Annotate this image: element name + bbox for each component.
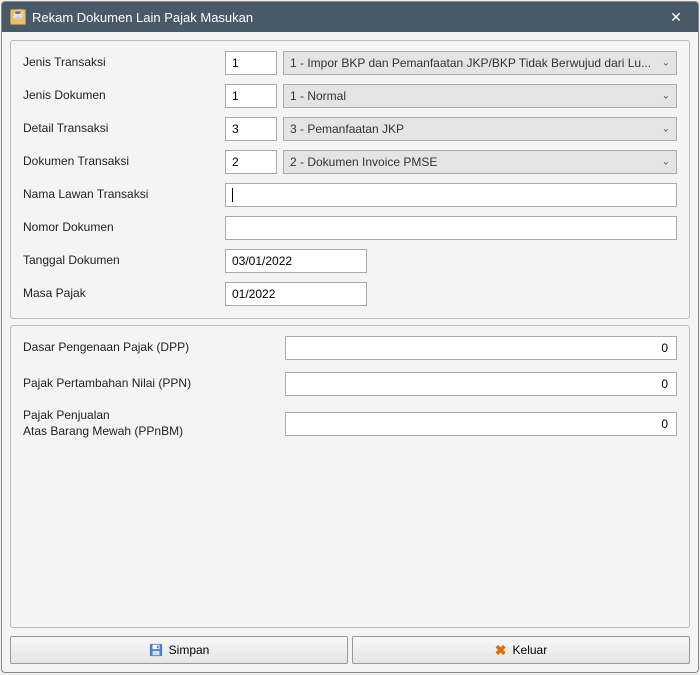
ppnbm-input[interactable]: 0	[285, 412, 677, 436]
dokumen-transaksi-code[interactable]	[225, 150, 277, 174]
jenis-transaksi-label: Jenis Transaksi	[23, 55, 225, 71]
ppnbm-label: Pajak Penjualan Atas Barang Mewah (PPnBM…	[23, 408, 285, 439]
simpan-button[interactable]: Simpan	[10, 636, 348, 664]
jenis-dokumen-text: 1 - Normal	[290, 89, 346, 103]
jenis-dokumen-label: Jenis Dokumen	[23, 88, 225, 104]
dokumen-transaksi-text: 2 - Dokumen Invoice PMSE	[290, 155, 437, 169]
masa-pajak-label: Masa Pajak	[23, 286, 225, 302]
jenis-transaksi-text: 1 - Impor BKP dan Pemanfaatan JKP/BKP Ti…	[290, 56, 651, 70]
tanggal-dokumen-input[interactable]: 03/01/2022	[225, 249, 367, 273]
close-icon[interactable]: ✕	[662, 6, 690, 28]
dokumen-transaksi-label: Dokumen Transaksi	[23, 154, 225, 170]
simpan-label: Simpan	[169, 643, 210, 657]
detail-transaksi-text: 3 - Pemanfaatan JKP	[290, 122, 404, 136]
ppn-label: Pajak Pertambahan Nilai (PPN)	[23, 376, 285, 392]
nama-lawan-input[interactable]	[225, 183, 677, 207]
nomor-dokumen-label: Nomor Dokumen	[23, 220, 225, 236]
jenis-transaksi-code[interactable]	[225, 51, 277, 75]
content-area: Jenis Transaksi 1 - Impor BKP dan Pemanf…	[2, 32, 698, 636]
nomor-dokumen-input[interactable]	[225, 216, 677, 240]
save-icon	[149, 643, 163, 657]
dialog-window: Rekam Dokumen Lain Pajak Masukan ✕ Jenis…	[1, 1, 699, 673]
transaction-panel: Jenis Transaksi 1 - Impor BKP dan Pemanf…	[10, 40, 690, 319]
chevron-down-icon: ⌄	[662, 91, 670, 102]
app-icon	[10, 9, 26, 25]
close-x-icon: ✖	[495, 642, 507, 659]
dpp-label: Dasar Pengenaan Pajak (DPP)	[23, 340, 285, 356]
ppn-input[interactable]: 0	[285, 372, 677, 396]
detail-transaksi-label: Detail Transaksi	[23, 121, 225, 137]
tanggal-dokumen-label: Tanggal Dokumen	[23, 253, 225, 269]
window-title: Rekam Dokumen Lain Pajak Masukan	[32, 10, 662, 25]
chevron-down-icon: ⌄	[662, 157, 670, 168]
footer: Simpan ✖ Keluar	[2, 636, 698, 672]
keluar-button[interactable]: ✖ Keluar	[352, 636, 690, 664]
chevron-down-icon: ⌄	[662, 58, 670, 69]
keluar-label: Keluar	[513, 643, 548, 657]
detail-transaksi-code[interactable]	[225, 117, 277, 141]
jenis-dokumen-code[interactable]	[225, 84, 277, 108]
nama-lawan-label: Nama Lawan Transaksi	[23, 187, 225, 203]
jenis-transaksi-dropdown[interactable]: 1 - Impor BKP dan Pemanfaatan JKP/BKP Ti…	[283, 51, 677, 75]
titlebar: Rekam Dokumen Lain Pajak Masukan ✕	[2, 2, 698, 32]
masa-pajak-input[interactable]: 01/2022	[225, 282, 367, 306]
dpp-input[interactable]: 0	[285, 336, 677, 360]
detail-transaksi-dropdown[interactable]: 3 - Pemanfaatan JKP ⌄	[283, 117, 677, 141]
dokumen-transaksi-dropdown[interactable]: 2 - Dokumen Invoice PMSE ⌄	[283, 150, 677, 174]
chevron-down-icon: ⌄	[662, 124, 670, 135]
jenis-dokumen-dropdown[interactable]: 1 - Normal ⌄	[283, 84, 677, 108]
amounts-panel: Dasar Pengenaan Pajak (DPP) 0 Pajak Pert…	[10, 325, 690, 628]
